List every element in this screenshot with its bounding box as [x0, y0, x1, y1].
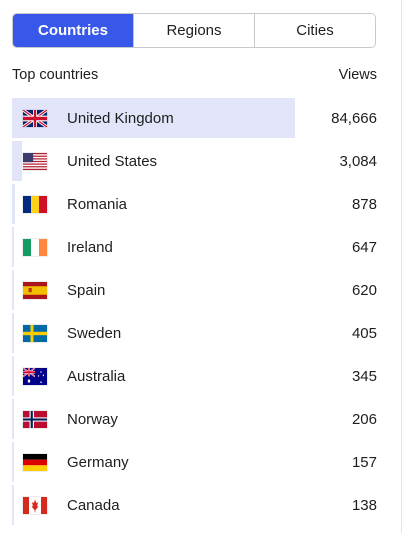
- share-bar: [12, 485, 14, 525]
- flag-es-icon: [23, 282, 47, 299]
- view-count: 620: [351, 282, 377, 299]
- view-count: 345: [351, 368, 377, 385]
- flag-no-icon: [23, 411, 47, 428]
- flag-gb-icon: [23, 110, 47, 127]
- share-bar: [12, 399, 14, 439]
- table-row[interactable]: United Kingdom 84,666: [12, 97, 377, 140]
- table-row[interactable]: Spain 620: [12, 269, 377, 312]
- view-count: 157: [351, 454, 377, 471]
- country-name: Romania: [67, 196, 128, 213]
- flag-ro-icon: [23, 196, 47, 213]
- country-name: United Kingdom: [67, 110, 174, 127]
- country-name: Canada: [67, 497, 120, 514]
- table-header: Top countries Views: [12, 66, 377, 84]
- share-bar: [12, 442, 14, 482]
- flag-au-icon: [23, 368, 47, 385]
- tab-regions[interactable]: Regions: [133, 14, 254, 47]
- tab-countries[interactable]: Countries: [13, 14, 133, 47]
- country-name: Spain: [67, 282, 106, 299]
- table-row[interactable]: United States 3,084: [12, 140, 377, 183]
- share-bar: [12, 141, 23, 181]
- tab-cities[interactable]: Cities: [254, 14, 375, 47]
- share-bar: [12, 227, 15, 267]
- view-count: 138: [351, 497, 377, 514]
- share-bar: [12, 270, 15, 310]
- panel-divider: [401, 0, 402, 533]
- flag-ca-icon: [23, 497, 47, 514]
- table-row[interactable]: Norway 206: [12, 398, 377, 441]
- view-count: 84,666: [331, 110, 377, 127]
- country-name: Germany: [67, 454, 129, 471]
- view-count: 878: [351, 196, 377, 213]
- column-label: Top countries: [12, 67, 99, 83]
- country-name: Norway: [67, 411, 118, 428]
- table-row[interactable]: Canada 138: [12, 484, 377, 527]
- share-bar: [12, 356, 14, 396]
- flag-se-icon: [23, 325, 47, 342]
- location-tabs: Countries Regions Cities: [12, 13, 376, 48]
- table-row[interactable]: Romania 878: [12, 183, 377, 226]
- views-label: Views: [338, 67, 377, 83]
- flag-us-icon: [23, 153, 47, 170]
- view-count: 405: [351, 325, 377, 342]
- flag-de-icon: [23, 454, 47, 471]
- view-count: 647: [351, 239, 377, 256]
- country-name: United States: [67, 153, 158, 170]
- table-row[interactable]: Sweden 405: [12, 312, 377, 355]
- country-name: Ireland: [67, 239, 113, 256]
- table-row[interactable]: Ireland 647: [12, 226, 377, 269]
- view-count: 206: [351, 411, 377, 428]
- table-row[interactable]: Germany 157: [12, 441, 377, 484]
- country-name: Sweden: [67, 325, 122, 342]
- view-count: 3,084: [339, 153, 377, 170]
- share-bar: [12, 184, 15, 224]
- table-row[interactable]: Australia 345: [12, 355, 377, 398]
- country-name: Australia: [67, 368, 126, 385]
- country-list: United Kingdom 84,666 United States 3,08…: [12, 97, 377, 527]
- share-bar: [12, 313, 14, 353]
- flag-ie-icon: [23, 239, 47, 256]
